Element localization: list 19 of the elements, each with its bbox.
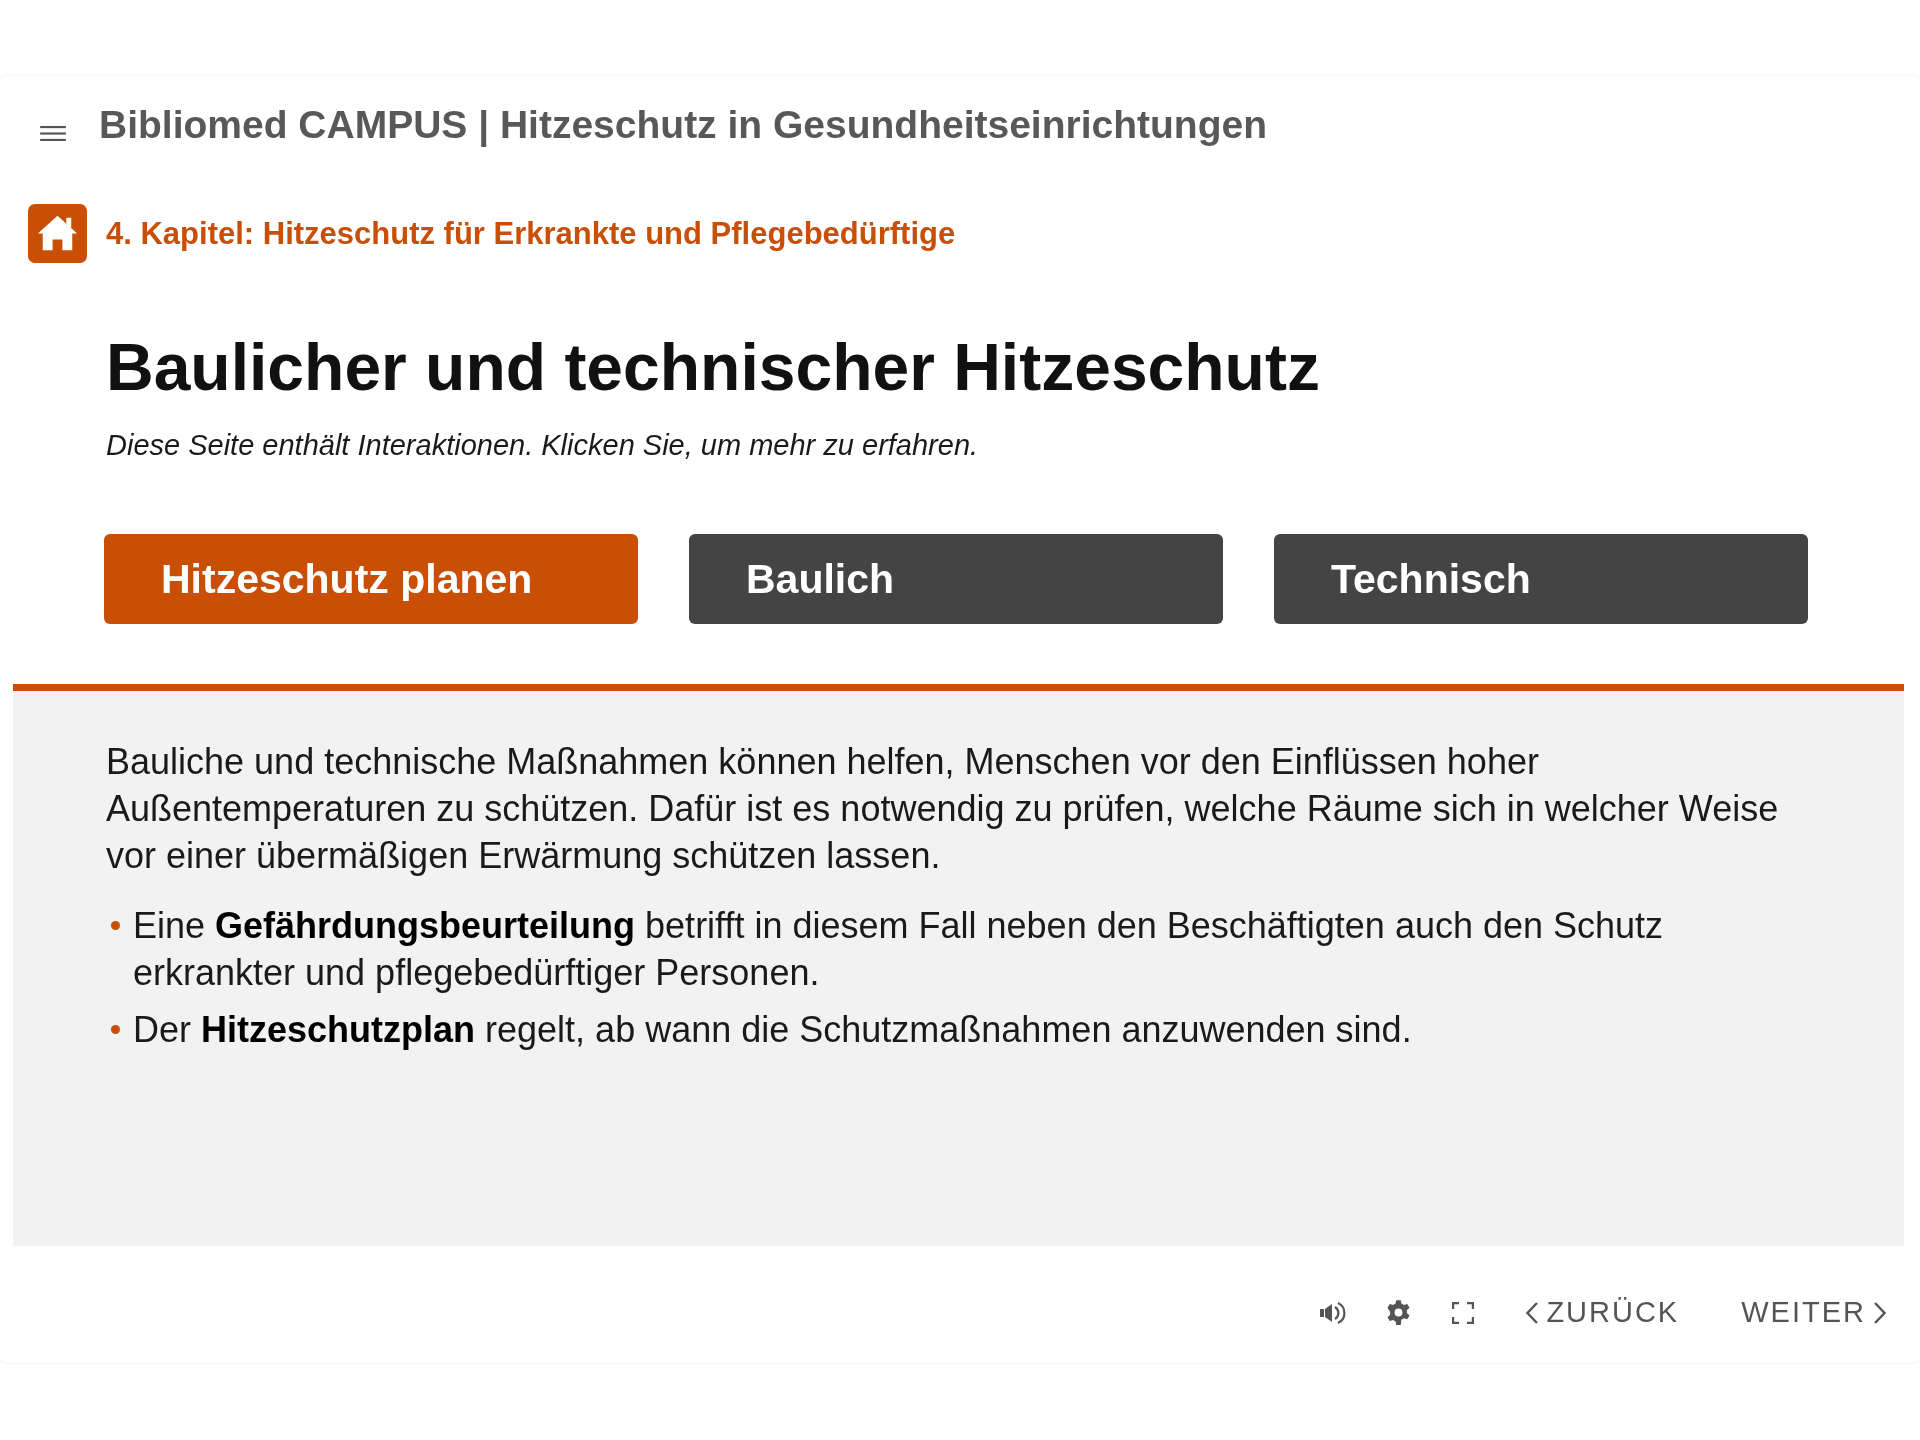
page-heading: Baulicher und technischer Hitzeschutz	[106, 329, 1321, 405]
tab[interactable]: Hitzeschutz planen	[104, 534, 638, 624]
paragraph: Bauliche und technische Maßnahmen können helfen, Menschen vor den Einflüssen hoher Außentemperaturen zu schützen. Dafür ist es notwendig zu prüfen, welche Räume sich in welcher Weise vor einer übermäßigen Erwärmung schützen lassen.	[106, 740, 1780, 878]
chevron-left-icon	[1526, 1301, 1539, 1324]
chevron-right-icon	[1874, 1301, 1886, 1324]
bullet-text: Der Hitzeschutzplan regelt, ab wann die Schutzmaßnahmen anzuwenden sind.	[133, 1008, 1412, 1052]
next-button[interactable]: WEITER	[1741, 1296, 1886, 1329]
interaction-hint: Diese Seite enthält Interaktionen. Klicken Sie, um mehr zu erfahren.	[106, 428, 980, 463]
chapter-link[interactable]: 4. Kapitel: Hitzeschutz für Erkrankte und Pflegebedürftige	[106, 214, 956, 253]
back-button[interactable]: ZURÜCK	[1526, 1296, 1680, 1329]
menu-icon[interactable]	[40, 125, 66, 141]
fullscreen-icon[interactable]	[1452, 1301, 1475, 1324]
course-title: Bibliomed CAMPUS | Hitzeschutz in Gesundheitseinrichtungen	[99, 102, 1267, 149]
bullet-icon	[111, 1025, 120, 1034]
home-icon[interactable]	[28, 204, 87, 263]
bullet-icon	[111, 921, 120, 930]
bullet-text: Eine Gefährdungsbeurteilung betrifft in diesem Fall neben den Beschäftigten auch den Schutz erkrankter und pflegebedürftiger Personen.	[133, 904, 1665, 995]
tab[interactable]: Technisch	[1274, 534, 1808, 624]
tab[interactable]: Baulich	[689, 534, 1223, 624]
